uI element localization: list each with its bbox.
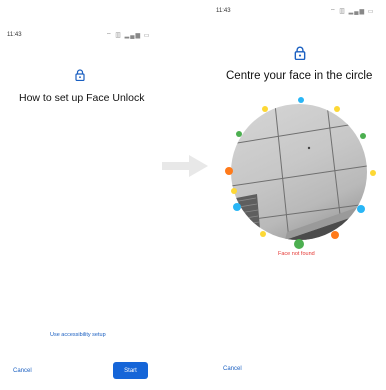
status-bar: 11:43 ⌔ ▥ ▂▄▆ ▭ [208, 8, 386, 18]
progress-dot [260, 231, 266, 237]
progress-dot [231, 188, 237, 194]
status-icons: ⌔ ▥ ▂▄▆ ▭ [106, 33, 151, 39]
page-title: How to set up Face Unlock [19, 92, 145, 104]
cancel-button[interactable]: Cancel [13, 368, 32, 374]
lock-icon [75, 69, 85, 81]
status-time: 11:43 [7, 32, 22, 38]
progress-dot [236, 131, 242, 137]
progress-dot [370, 170, 376, 176]
accessibility-setup-link[interactable]: Use accessibility setup [50, 332, 106, 338]
progress-dot [233, 203, 241, 211]
camera-preview [231, 104, 367, 240]
start-button[interactable]: Start [113, 362, 148, 379]
progress-dot [262, 106, 268, 112]
face-status-message: Face not found [278, 251, 315, 257]
status-time: 11:43 [216, 8, 231, 14]
progress-dot [357, 205, 365, 213]
progress-dot [225, 167, 233, 175]
cancel-button[interactable]: Cancel [223, 366, 242, 372]
progress-dot [360, 133, 366, 139]
page-title: Centre your face in the circle [226, 70, 373, 82]
face-unlock-intro-screen: 11:43 ⌔ ▥ ▂▄▆ ▭ How to set up Face Unloc… [0, 0, 160, 390]
right-arrow-icon [162, 153, 208, 184]
progress-dot [298, 97, 304, 103]
progress-dot [331, 231, 339, 239]
progress-dot [334, 106, 340, 112]
status-icons: ⌔ ▥ ▂▄▆ ▭ [330, 9, 375, 15]
progress-dot [294, 239, 304, 249]
lock-icon [294, 46, 306, 60]
face-scan-screen: 11:43 ⌔ ▥ ▂▄▆ ▭ Centre your face in the … [208, 0, 386, 390]
status-bar: 11:43 ⌔ ▥ ▂▄▆ ▭ [0, 8, 160, 39]
